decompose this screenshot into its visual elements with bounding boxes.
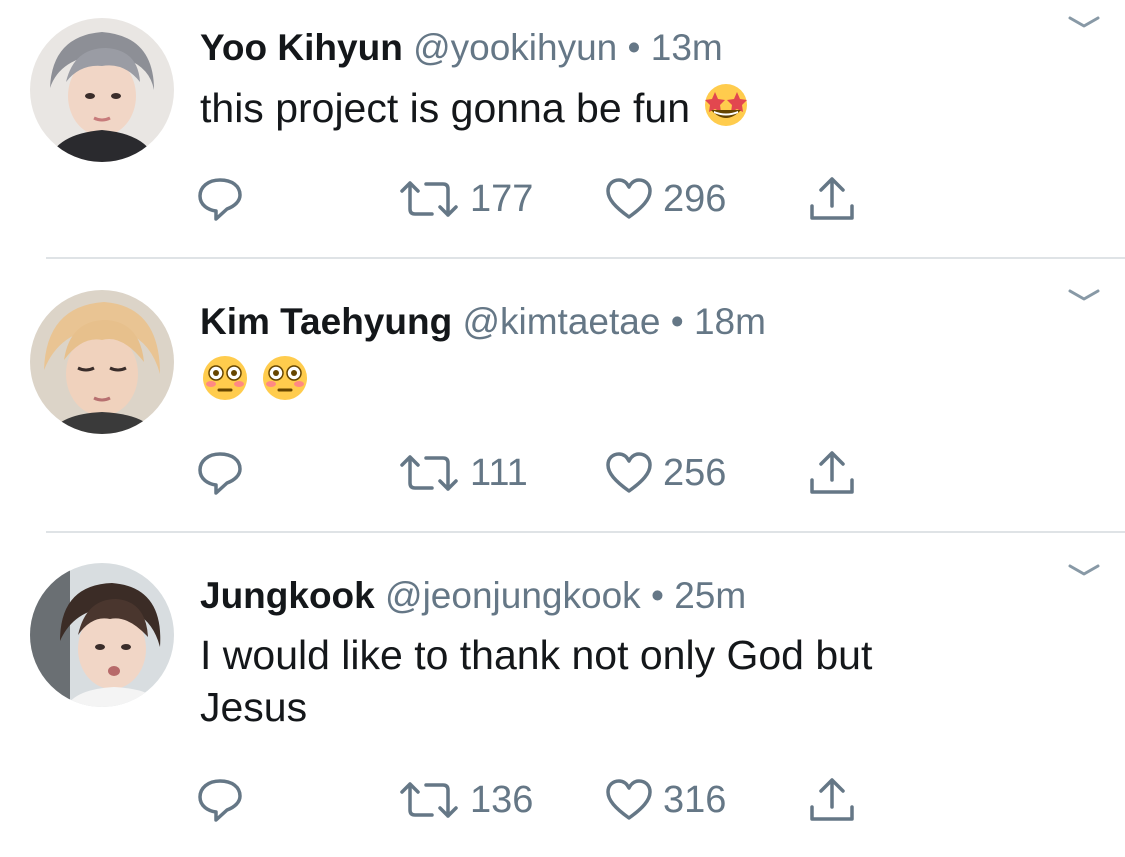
reply-icon — [198, 178, 242, 221]
tweet-header: Kim Taehyung @kimtaetae • 18m — [200, 300, 766, 344]
display-name[interactable]: Kim Taehyung — [200, 301, 452, 342]
retweet-icon — [400, 455, 458, 491]
tweet-header: Jungkook @jeonjungkook • 25m — [200, 574, 746, 618]
display-name[interactable]: Jungkook — [200, 575, 375, 616]
tweet-text-line-2: Jesus — [200, 684, 308, 730]
like-button[interactable]: 316 — [605, 775, 726, 825]
reply-icon — [198, 452, 242, 495]
username[interactable]: @kimtaetae — [462, 301, 660, 342]
chevron-down-icon[interactable] — [1064, 12, 1104, 32]
share-button[interactable] — [808, 448, 856, 498]
tweet-actions: 136 316 — [0, 775, 1125, 825]
tweet-text — [200, 353, 1030, 415]
retweet-button[interactable]: 136 — [398, 775, 533, 825]
tweet-actions: 111 256 — [0, 448, 1125, 498]
tweet-text-content: this project is gonna be fun — [200, 85, 691, 131]
separator-dot: • — [650, 575, 664, 616]
reply-button[interactable] — [196, 448, 244, 498]
tweet-1[interactable]: Yoo Kihyun @yookihyun • 13m this project… — [0, 0, 1125, 258]
share-icon — [810, 451, 854, 494]
star-struck-emoji — [701, 82, 751, 140]
chevron-down-icon[interactable] — [1064, 560, 1104, 580]
retweet-count: 136 — [470, 778, 534, 821]
retweet-button[interactable]: 177 — [398, 174, 533, 224]
share-button[interactable] — [808, 775, 856, 825]
like-icon — [606, 452, 652, 493]
tweet-text-line-1: I would like to thank not only God but — [200, 632, 873, 678]
retweet-icon — [400, 181, 458, 217]
tweet-text: I would like to thank not only God but J… — [200, 629, 1030, 733]
like-count: 256 — [663, 451, 727, 494]
flushed-face-emoji — [260, 353, 310, 415]
tweet-text: this project is gonna be fun — [200, 82, 1030, 140]
avatar-kim-taehyung[interactable] — [30, 290, 174, 434]
reply-button[interactable] — [196, 174, 244, 224]
username[interactable]: @yookihyun — [413, 27, 617, 68]
display-name[interactable]: Yoo Kihyun — [200, 27, 403, 68]
tweet-header: Yoo Kihyun @yookihyun • 13m — [200, 26, 723, 70]
flushed-face-emoji — [200, 353, 250, 415]
timestamp[interactable]: 13m — [651, 27, 723, 68]
retweet-count: 111 — [470, 451, 528, 494]
like-count: 296 — [663, 177, 727, 220]
retweet-icon — [400, 782, 458, 818]
share-icon — [810, 177, 854, 220]
like-icon — [606, 779, 652, 820]
username[interactable]: @jeonjungkook — [385, 575, 641, 616]
share-button[interactable] — [808, 174, 856, 224]
tweet-actions: 177 296 — [0, 174, 1125, 224]
like-count: 316 — [663, 778, 727, 821]
timestamp[interactable]: 25m — [674, 575, 746, 616]
separator-dot: • — [627, 27, 641, 68]
chevron-down-icon[interactable] — [1064, 285, 1104, 305]
retweet-count: 177 — [470, 177, 534, 220]
tweet-3[interactable]: Jungkook @jeonjungkook • 25m I would lik… — [0, 533, 1125, 857]
avatar-yoo-kihyun[interactable] — [30, 18, 174, 162]
like-button[interactable]: 256 — [605, 448, 726, 498]
reply-icon — [198, 779, 242, 822]
reply-button[interactable] — [196, 775, 244, 825]
tweet-2[interactable]: Kim Taehyung @kimtaetae • 18m 111 256 — [0, 259, 1125, 531]
avatar-jungkook[interactable] — [30, 563, 174, 707]
like-icon — [606, 178, 652, 219]
retweet-button[interactable]: 111 — [398, 448, 528, 498]
timestamp[interactable]: 18m — [694, 301, 766, 342]
like-button[interactable]: 296 — [605, 174, 726, 224]
share-icon — [810, 778, 854, 821]
separator-dot: • — [670, 301, 684, 342]
